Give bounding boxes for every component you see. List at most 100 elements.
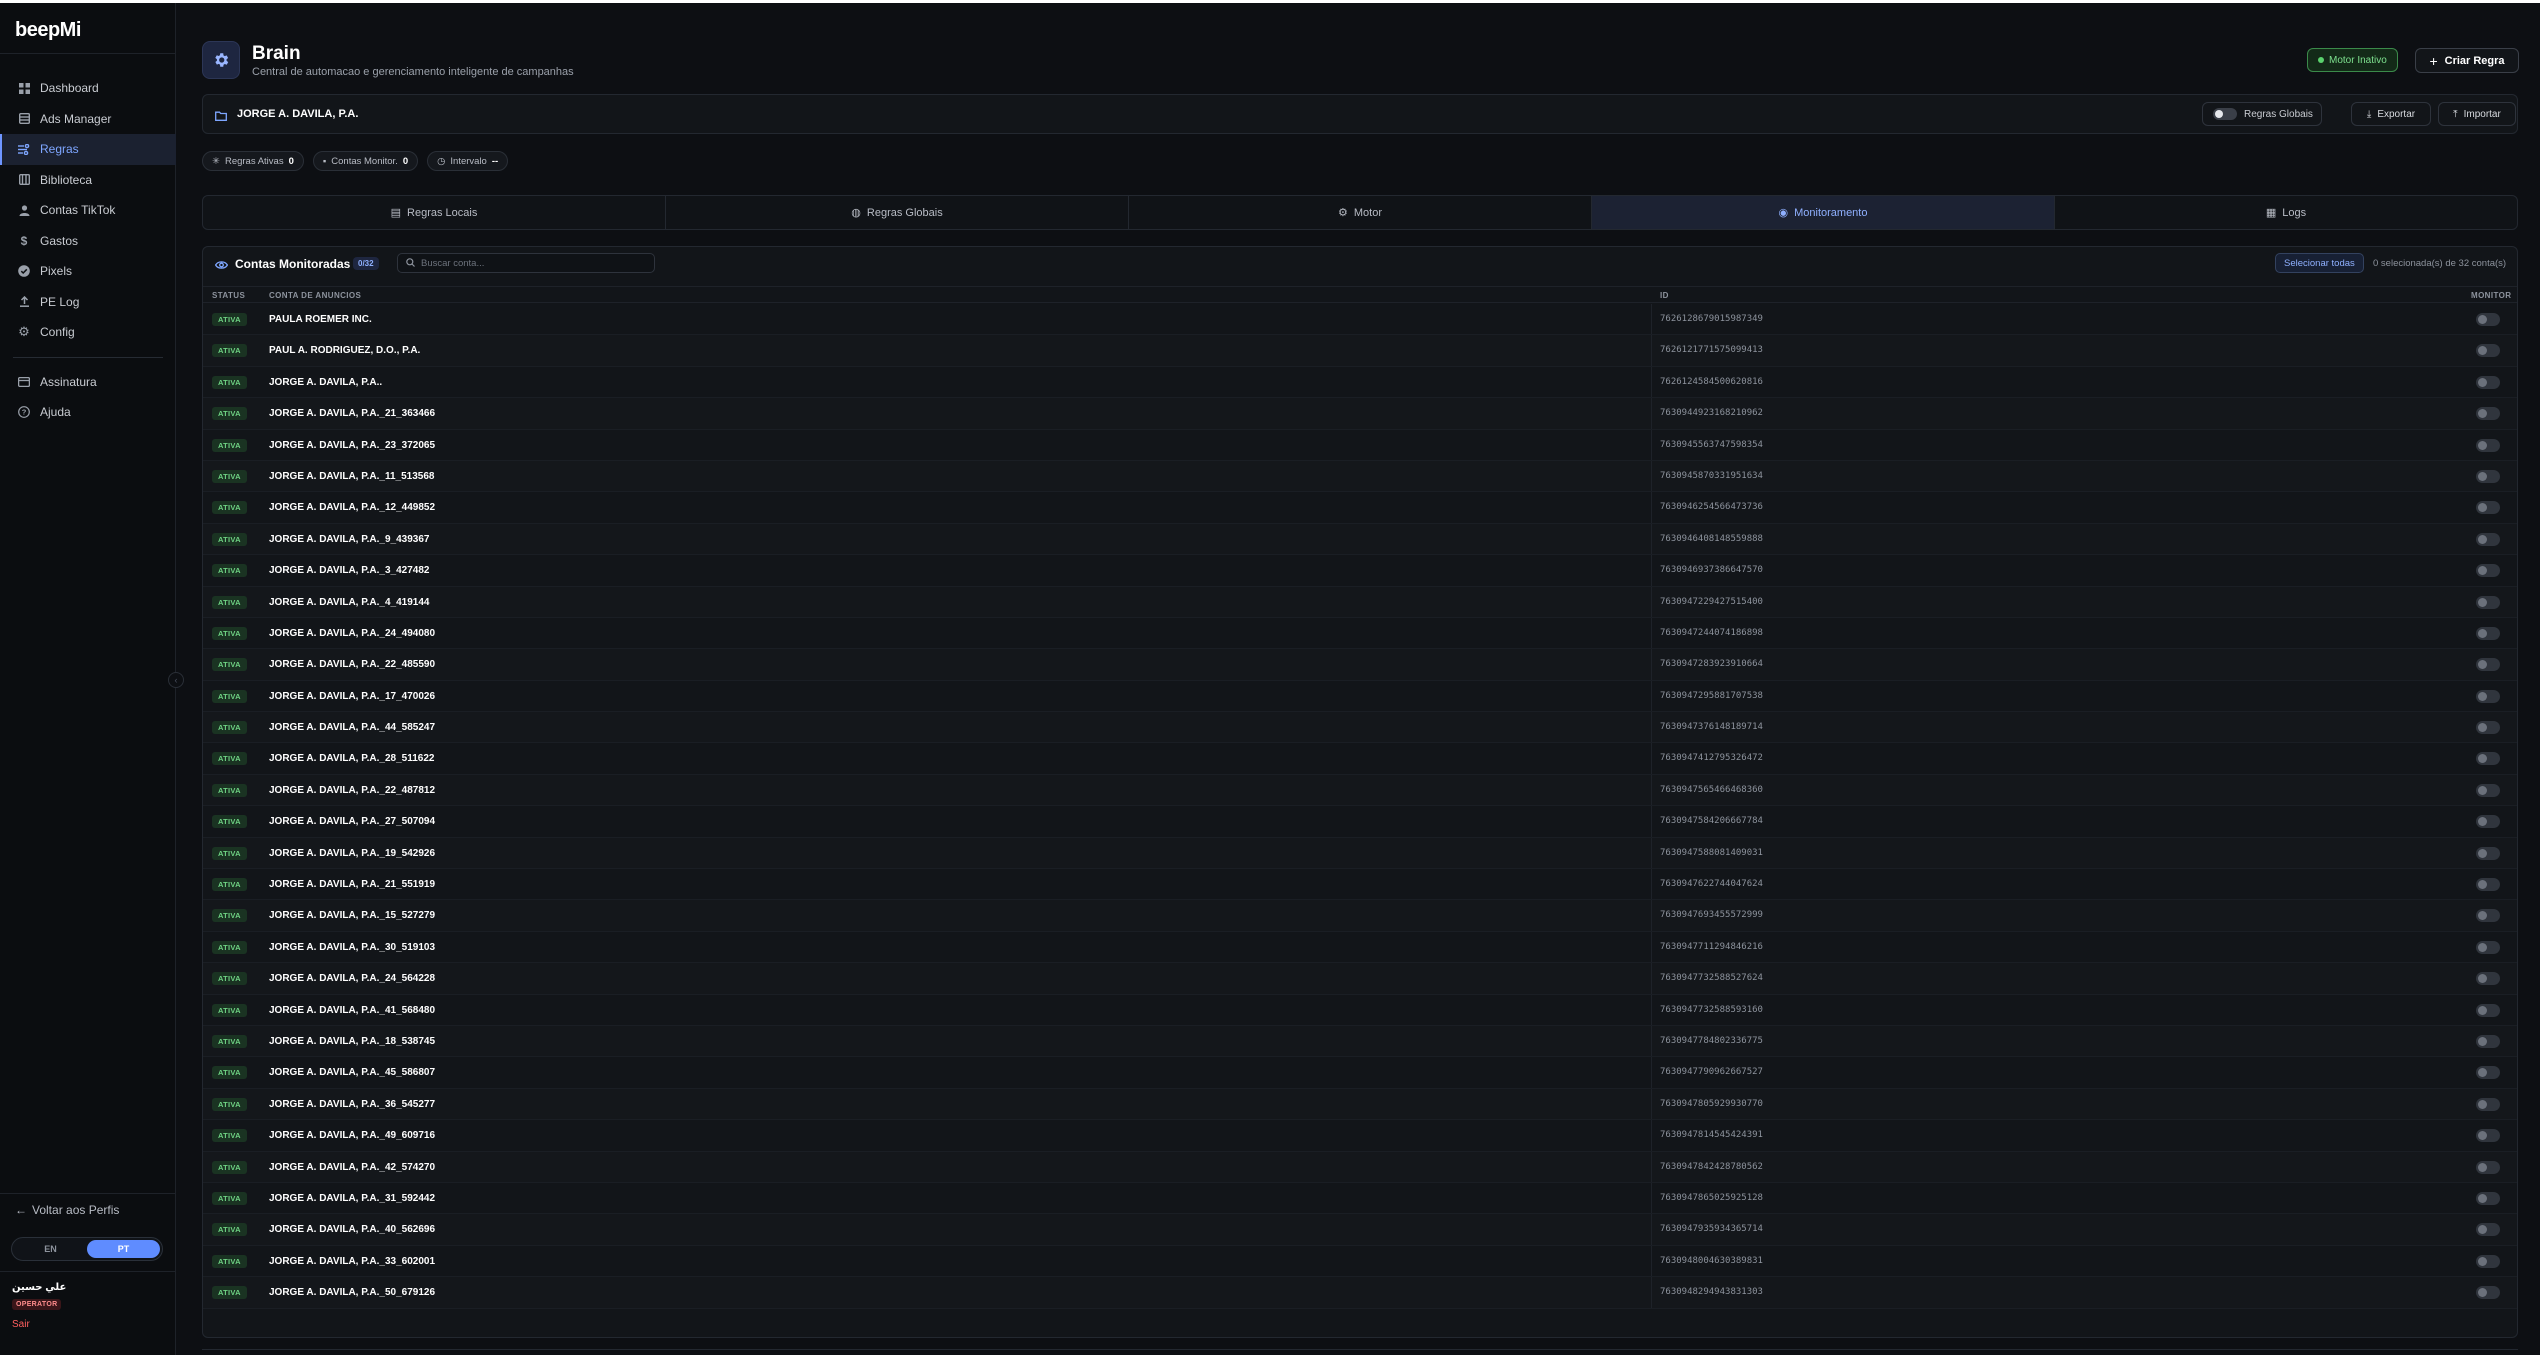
logout-link[interactable]: Sair [12, 1319, 30, 1330]
sidebar-item-label: Ajuda [40, 405, 71, 420]
monitor-toggle[interactable] [2476, 344, 2500, 358]
lang-en-button[interactable]: EN [14, 1240, 87, 1258]
table-row[interactable]: ATIVA JORGE A. DAVILA, P.A._45_586807 7630… [203, 1057, 2517, 1089]
monitor-toggle[interactable] [2476, 972, 2500, 986]
monitor-toggle[interactable] [2476, 532, 2500, 546]
table-row[interactable]: ATIVA JORGE A. DAVILA, P.A._21_551919 7630… [203, 869, 2517, 901]
table-row[interactable]: ATIVA PAUL A. RODRIGUEZ, D.O., P.A. 762612… [203, 335, 2517, 367]
table-row[interactable]: ATIVA JORGE A. DAVILA, P.A._41_568480 7630… [203, 994, 2517, 1026]
table-row[interactable]: ATIVA JORGE A. DAVILA, P.A._42_574270 7630… [203, 1151, 2517, 1183]
select-all-button[interactable]: Selecionar todas [2275, 253, 2364, 273]
tab-monitoramento[interactable]: ◉ Monitoramento [1592, 196, 2055, 229]
table-row[interactable]: ATIVA JORGE A. DAVILA, P.A._17_470026 7630… [203, 680, 2517, 713]
monitor-toggle[interactable] [2476, 375, 2500, 389]
table-row[interactable]: ATIVA JORGE A. DAVILA, P.A._24_564228 7630… [203, 963, 2517, 995]
sidebar-item-regras[interactable]: Regras [0, 134, 176, 165]
monitor-toggle[interactable] [2476, 721, 2500, 735]
monitor-toggle[interactable] [2476, 783, 2500, 797]
monitor-toggle[interactable] [2476, 1191, 2500, 1205]
account-id-cell: 7630946937386647570 [1660, 565, 1763, 576]
status-badge: ATIVA [212, 564, 247, 578]
monitor-toggle[interactable] [2476, 438, 2500, 452]
table-row[interactable]: ATIVA JORGE A. DAVILA, P.A._28_511622 7630… [203, 743, 2517, 775]
monitor-toggle[interactable] [2476, 564, 2500, 578]
monitor-toggle[interactable] [2476, 878, 2500, 892]
sidebar-collapse-button[interactable]: ‹ [168, 672, 184, 688]
sidebar-item-dashboard[interactable]: Dashboard [0, 73, 176, 104]
sidebar-item-gastos[interactable]: $ Gastos [0, 226, 176, 257]
table-row[interactable]: ATIVA JORGE A. DAVILA, P.A._49_609716 7630… [203, 1120, 2517, 1152]
table-row[interactable]: ATIVA JORGE A. DAVILA, P.A._15_527279 7630… [203, 900, 2517, 932]
monitor-toggle[interactable] [2476, 846, 2500, 860]
table-row[interactable]: ATIVA JORGE A. DAVILA, P.A._30_519103 7630… [203, 931, 2517, 964]
table-row[interactable]: ATIVA JORGE A. DAVILA, P.A._36_545277 7630… [203, 1088, 2517, 1121]
monitor-toggle[interactable] [2476, 1286, 2500, 1300]
table-row[interactable]: ATIVA JORGE A. DAVILA, P.A._23_372065 7630… [203, 429, 2517, 461]
account-name-cell: JORGE A. DAVILA, P.A._18_538745 [269, 1035, 436, 1047]
sidebar-item-assinatura[interactable]: Assinatura [0, 367, 176, 398]
sidebar-item-ajuda[interactable]: ? Ajuda [0, 397, 176, 428]
table-row[interactable]: ATIVA JORGE A. DAVILA, P.A._40_562696 7630… [203, 1214, 2517, 1246]
monitor-toggle[interactable] [2476, 407, 2500, 421]
monitor-toggle[interactable] [2476, 658, 2500, 672]
table-row[interactable]: ATIVA JORGE A. DAVILA, P.A._44_585247 7630… [203, 712, 2517, 744]
create-rule-button[interactable]: + Criar Regra [2415, 48, 2519, 73]
table-row[interactable]: ATIVA JORGE A. DAVILA, P.A._12_449852 7630… [203, 492, 2517, 524]
import-button[interactable]: ⤒ Importar [2438, 102, 2516, 126]
monitor-toggle[interactable] [2476, 815, 2500, 829]
table-row[interactable]: ATIVA JORGE A. DAVILA, P.A._27_507094 7630… [203, 806, 2517, 838]
monitor-toggle[interactable] [2476, 1066, 2500, 1080]
monitor-toggle[interactable] [2476, 689, 2500, 703]
tab-logs[interactable]: ▦ Logs [2055, 196, 2517, 229]
toggle-switch[interactable] [2213, 108, 2237, 120]
panel-header: Contas Monitoradas 0/32 Selecionar todas… [203, 247, 2517, 281]
tab-motor[interactable]: ⚙ Motor [1129, 196, 1592, 229]
monitor-toggle[interactable] [2476, 940, 2500, 954]
monitor-toggle[interactable] [2476, 752, 2500, 766]
table-row[interactable]: ATIVA JORGE A. DAVILA, P.A._21_363466 7630… [203, 398, 2517, 430]
table-row[interactable]: ATIVA JORGE A. DAVILA, P.A._4_419144 76309… [203, 586, 2517, 618]
column-divider [1651, 617, 1652, 649]
monitor-toggle[interactable] [2476, 595, 2500, 609]
table-row[interactable]: ATIVA PAULA ROEMER INC. 762612867901598734… [203, 304, 2517, 336]
tab-regras-globais[interactable]: ◍ Regras Globais [666, 196, 1129, 229]
lang-pt-button[interactable]: PT [87, 1240, 160, 1258]
table-row[interactable]: ATIVA JORGE A. DAVILA, P.A._9_439367 76309… [203, 523, 2517, 556]
search-input[interactable] [421, 257, 641, 269]
monitor-toggle[interactable] [2476, 501, 2500, 515]
table-row[interactable]: ATIVA JORGE A. DAVILA, P.A._22_485590 7630… [203, 649, 2517, 681]
sidebar-item-biblioteca[interactable]: Biblioteca [0, 165, 176, 196]
table-row[interactable]: ATIVA JORGE A. DAVILA, P.A._24_494080 7630… [203, 617, 2517, 650]
monitor-toggle[interactable] [2476, 1160, 2500, 1174]
sidebar-item-config[interactable]: ⚙ Config [0, 317, 176, 348]
sidebar-item-pe-log[interactable]: PE Log [0, 287, 176, 318]
table-row[interactable]: ATIVA JORGE A. DAVILA, P.A._3_427482 76309… [203, 555, 2517, 587]
table-row[interactable]: ATIVA JORGE A. DAVILA, P.A.. 7626124584500… [203, 366, 2517, 399]
monitor-toggle[interactable] [2476, 1003, 2500, 1017]
export-button[interactable]: ⤓ Exportar [2351, 102, 2431, 126]
back-to-profiles-link[interactable]: ← Voltar aos Perfis [15, 1203, 119, 1217]
sidebar-item-ads-manager[interactable]: Ads Manager [0, 104, 176, 135]
tab-label: Logs [2282, 206, 2307, 219]
monitor-toggle[interactable] [2476, 1254, 2500, 1268]
table-row[interactable]: ATIVA JORGE A. DAVILA, P.A._18_538745 7630… [203, 1025, 2517, 1058]
monitor-toggle[interactable] [2476, 313, 2500, 326]
tab-regras-locais[interactable]: ▤ Regras Locais [203, 196, 666, 229]
table-row[interactable]: ATIVA JORGE A. DAVILA, P.A._22_487812 7630… [203, 774, 2517, 807]
monitor-toggle[interactable] [2476, 1223, 2500, 1237]
sidebar-item-pixels[interactable]: Pixels [0, 256, 176, 287]
monitor-toggle[interactable] [2476, 1034, 2500, 1048]
monitor-toggle[interactable] [2476, 626, 2500, 640]
table-row[interactable]: ATIVA JORGE A. DAVILA, P.A._11_513568 7630… [203, 460, 2517, 493]
sidebar-item-contas-tiktok[interactable]: Contas TikTok [0, 195, 176, 226]
table-row[interactable]: ATIVA JORGE A. DAVILA, P.A._31_592442 7630… [203, 1182, 2517, 1215]
monitor-toggle[interactable] [2476, 469, 2500, 483]
table-row[interactable]: ATIVA JORGE A. DAVILA, P.A._33_602001 7630… [203, 1245, 2517, 1278]
monitor-toggle[interactable] [2476, 1129, 2500, 1143]
column-divider [1651, 429, 1652, 460]
monitor-toggle[interactable] [2476, 1097, 2500, 1111]
global-rules-toggle[interactable]: Regras Globais [2202, 102, 2322, 126]
table-row[interactable]: ATIVA JORGE A. DAVILA, P.A._50_679126 7630… [203, 1277, 2517, 1309]
table-row[interactable]: ATIVA JORGE A. DAVILA, P.A._19_542926 7630… [203, 837, 2517, 870]
monitor-toggle[interactable] [2476, 909, 2500, 923]
